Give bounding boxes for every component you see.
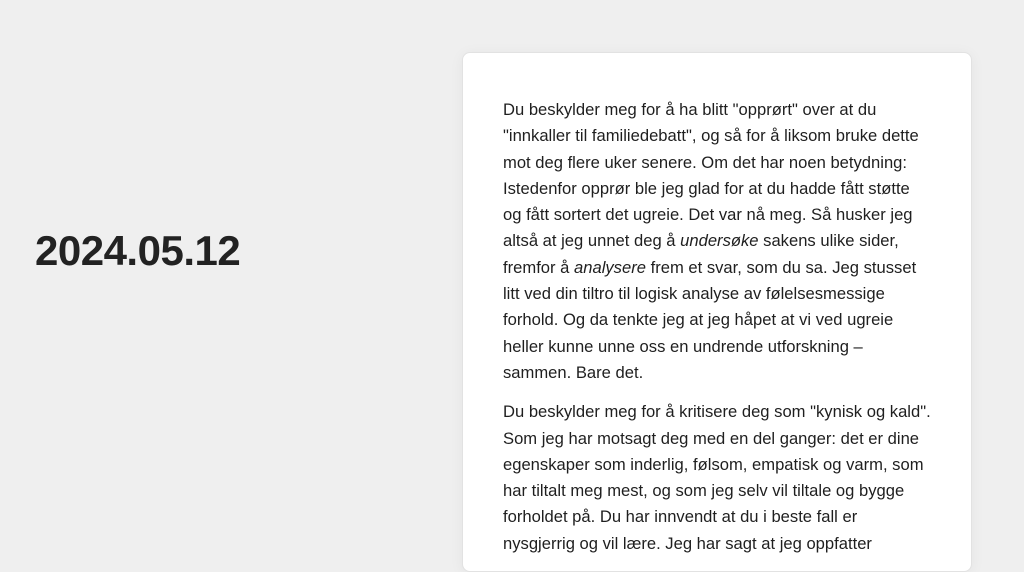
paragraph-text: Du beskylder meg for å kritisere deg som… <box>503 402 931 553</box>
paragraph-2: Du beskylder meg for å kritisere deg som… <box>503 399 931 557</box>
entry-date: 2024.05.12 <box>35 227 241 274</box>
emphasis-text: analysere <box>574 257 646 277</box>
emphasis-text: undersøke <box>680 231 759 251</box>
letter-card: Du beskylder meg for å ha blitt "opprørt… <box>462 52 972 572</box>
paragraph-1: Du beskylder meg for å ha blitt "opprørt… <box>503 97 931 386</box>
paragraph-text: Du beskylder meg for å ha blitt "opprørt… <box>503 100 919 251</box>
